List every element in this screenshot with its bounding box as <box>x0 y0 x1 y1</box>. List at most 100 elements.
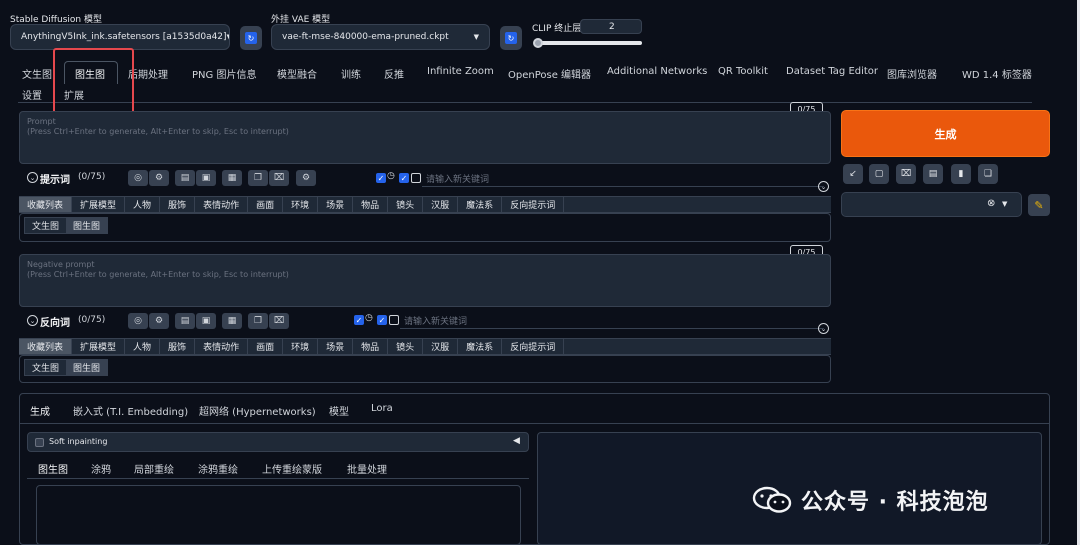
tab-merge[interactable]: 模型融合 <box>277 66 317 81</box>
category-item[interactable]: 反向提示词 <box>502 197 565 212</box>
category-item[interactable]: 场景 <box>318 197 354 212</box>
img2img-tab-sketch[interactable]: 涂鸦 <box>91 461 111 476</box>
document-icon[interactable]: ▤ <box>175 170 195 186</box>
vae-select[interactable]: vae-ft-mse-840000-ema-pruned.ckpt ▼ <box>271 24 490 50</box>
trash-icon[interactable]: ⌧ <box>269 313 289 329</box>
category-item[interactable]: 表情动作 <box>195 339 249 354</box>
tab-models[interactable]: 模型 <box>329 403 349 418</box>
image-upload-area[interactable] <box>36 485 521 545</box>
category-item[interactable]: 物品 <box>353 339 389 354</box>
generate-button[interactable]: 生成 <box>841 110 1050 157</box>
category-item[interactable]: 汉服 <box>423 339 459 354</box>
category-item[interactable]: 镜头 <box>388 339 424 354</box>
collapse-icon[interactable]: ⌄ <box>27 172 38 183</box>
category-item[interactable]: 环境 <box>283 339 319 354</box>
category-item[interactable]: 魔法系 <box>458 339 503 354</box>
tab-generation[interactable]: 生成 <box>30 403 50 418</box>
trash-icon[interactable]: ⌧ <box>269 170 289 186</box>
img2img-tab-inpaint[interactable]: 局部重绘 <box>134 461 174 476</box>
checkbox-3[interactable] <box>411 173 421 183</box>
sub-tab-img2img[interactable]: 图生图 <box>66 360 108 375</box>
styles-select[interactable]: ⊗ ▼ <box>841 192 1022 217</box>
category-item[interactable]: 画面 <box>248 197 284 212</box>
img2img-tab-batch[interactable]: 批量处理 <box>347 461 387 476</box>
negative-prompt-input[interactable]: Negative prompt (Press Ctrl+Enter to gen… <box>19 254 831 307</box>
prompt-input[interactable]: Prompt (Press Ctrl+Enter to generate, Al… <box>19 111 831 164</box>
category-item[interactable]: 环境 <box>283 197 319 212</box>
category-item[interactable]: 场景 <box>318 339 354 354</box>
globe-icon[interactable]: ◎ <box>128 170 148 186</box>
expand-icon[interactable]: ⌄ <box>818 181 829 192</box>
category-item[interactable]: 魔法系 <box>458 197 503 212</box>
refresh-vae-button[interactable]: ↻ <box>500 26 522 50</box>
tab-settings[interactable]: 设置 <box>22 87 42 102</box>
category-item[interactable]: 画面 <box>248 339 284 354</box>
clipboard-icon[interactable]: ▤ <box>923 164 943 184</box>
gear-icon[interactable]: ⚙ <box>149 170 169 186</box>
tab-train[interactable]: 训练 <box>341 66 361 81</box>
category-item[interactable]: 服饰 <box>160 197 196 212</box>
image-icon[interactable]: ▦ <box>222 170 242 186</box>
img2img-tab-inpaint-sketch[interactable]: 涂鸦重绘 <box>198 461 238 476</box>
refresh-checkpoint-button[interactable]: ↻ <box>240 26 262 50</box>
category-item[interactable]: 反向提示词 <box>502 339 565 354</box>
tab-extras[interactable]: 后期处理 <box>128 66 168 81</box>
checkbox-3[interactable] <box>389 315 399 325</box>
tab-png-info[interactable]: PNG 图片信息 <box>192 66 256 81</box>
category-item[interactable]: 服饰 <box>160 339 196 354</box>
copy-icon[interactable]: ❐ <box>248 313 268 329</box>
tab-dataset-tag-editor[interactable]: Dataset Tag Editor <box>786 66 878 77</box>
checkbox-2[interactable]: ✓ <box>377 315 387 325</box>
category-item[interactable]: 人物 <box>125 339 161 354</box>
tab-image-browser[interactable]: 图库浏览器 <box>887 66 937 81</box>
category-item[interactable]: 扩展模型 <box>72 197 126 212</box>
document-icon[interactable]: ▤ <box>175 313 195 329</box>
soft-inpainting-checkbox[interactable] <box>35 438 44 447</box>
square-icon[interactable]: ▢ <box>869 164 889 184</box>
category-item[interactable]: 人物 <box>125 197 161 212</box>
settings-icon[interactable]: ⚙ <box>296 170 316 186</box>
negative-keyword-input[interactable]: 请输入新关键词 <box>400 313 824 329</box>
checkpoint-select[interactable]: AnythingV5Ink_ink.safetensors [a1535d0a4… <box>10 24 230 50</box>
tab-interrogate[interactable]: 反推 <box>384 66 404 81</box>
arrow-icon[interactable]: ↙ <box>843 164 863 184</box>
checkbox-2[interactable]: ✓ <box>399 173 409 183</box>
apply-style-icon[interactable]: ❏ <box>978 164 998 184</box>
clip-slider-thumb[interactable] <box>533 38 543 48</box>
category-item[interactable]: 汉服 <box>423 197 459 212</box>
category-item[interactable]: 表情动作 <box>195 197 249 212</box>
image-icon[interactable]: ▦ <box>222 313 242 329</box>
soft-inpainting-accordion[interactable]: Soft inpainting ◀ <box>27 432 529 452</box>
category-item[interactable]: 镜头 <box>388 197 424 212</box>
gear-icon[interactable]: ⚙ <box>149 313 169 329</box>
img2img-tab-img2img[interactable]: 图生图 <box>38 461 68 476</box>
checkbox-1[interactable]: ✓ <box>354 315 364 325</box>
globe-icon[interactable]: ◎ <box>128 313 148 329</box>
edit-styles-button[interactable]: ✎ <box>1028 194 1050 216</box>
tab-openpose[interactable]: OpenPose 编辑器 <box>508 66 591 81</box>
clear-icon[interactable]: ⊗ <box>987 198 995 209</box>
tab-wd14-tagger[interactable]: WD 1.4 标签器 <box>962 66 1032 81</box>
tab-txt2img[interactable]: 文生图 <box>22 66 52 81</box>
prompt-keyword-input[interactable]: 请输入新关键词 <box>422 171 824 187</box>
category-item[interactable]: 物品 <box>353 197 389 212</box>
trash-icon[interactable]: ⌧ <box>896 164 916 184</box>
save-style-icon[interactable]: ▮ <box>951 164 971 184</box>
clip-slider-track[interactable] <box>536 41 642 45</box>
sub-tab-img2img[interactable]: 图生图 <box>66 218 108 233</box>
tab-embedding[interactable]: 嵌入式 (T.I. Embedding) <box>73 403 188 418</box>
img2img-tab-inpaint-upload[interactable]: 上传重绘蒙版 <box>262 461 322 476</box>
collapse-icon[interactable]: ⌄ <box>27 315 38 326</box>
tab-hypernetworks[interactable]: 超网络 (Hypernetworks) <box>199 403 316 418</box>
sub-tab-txt2img[interactable]: 文生图 <box>25 218 66 233</box>
copy-icon[interactable]: ❐ <box>248 170 268 186</box>
checkbox-1[interactable]: ✓ <box>376 173 386 183</box>
category-item[interactable]: 收藏列表 <box>19 197 73 212</box>
tab-qr-toolkit[interactable]: QR Toolkit <box>718 66 768 77</box>
tab-infinite-zoom[interactable]: Infinite Zoom <box>427 66 494 77</box>
bookmark-icon[interactable]: ▣ <box>196 313 216 329</box>
tab-additional-networks[interactable]: Additional Networks <box>607 66 707 77</box>
expand-icon[interactable]: ⌄ <box>818 323 829 334</box>
category-item[interactable]: 收藏列表 <box>19 339 73 354</box>
clip-skip-input[interactable]: 2 <box>580 19 642 34</box>
